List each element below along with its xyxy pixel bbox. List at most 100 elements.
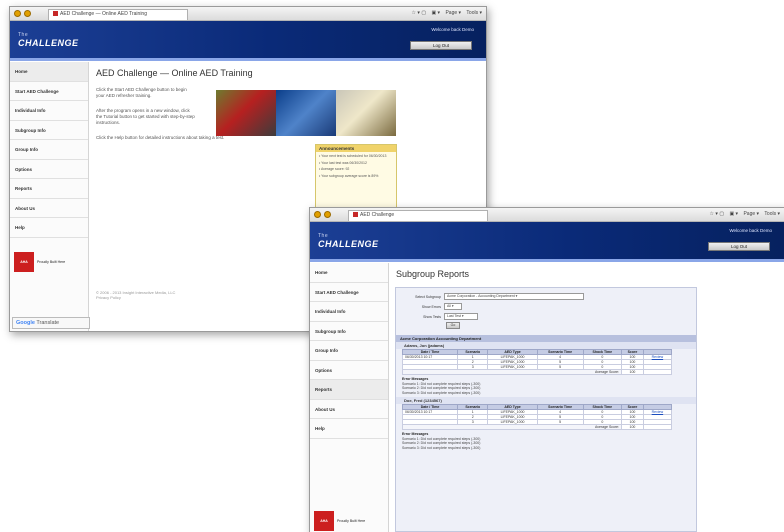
announcement-item: Your next test is scheduled for 06/30/20…: [319, 154, 393, 159]
filter-label: Show Tests: [423, 314, 441, 319]
nav-buttons[interactable]: [14, 10, 31, 17]
average-score: 100: [621, 369, 644, 375]
feeds-button[interactable]: ▣ ▾: [729, 211, 738, 217]
announcements-title: Announcements: [316, 145, 396, 152]
sidebar-item-home[interactable]: Home: [310, 263, 388, 283]
welcome-text: Welcome back Demo: [431, 27, 474, 32]
privacy-link[interactable]: Privacy Policy: [96, 295, 175, 300]
site-banner: The CHALLENGE Welcome back Demo Log Out: [310, 222, 784, 262]
tab-title: AED Challenge — Online AED Training: [60, 11, 147, 17]
sidebar-item-reports[interactable]: Reports: [10, 179, 88, 199]
tools-menu[interactable]: Tools ▾: [764, 211, 780, 217]
site-logo[interactable]: The CHALLENGE: [318, 233, 379, 249]
announcement-item: Your subgroup average score is 89%: [319, 174, 393, 179]
sidebar-item-about-us[interactable]: About Us: [310, 400, 388, 419]
nav-buttons[interactable]: [314, 211, 331, 218]
report-filters: Select Subgroup Acme Corporation - Accou…: [396, 288, 696, 333]
average-label: Average Score:: [401, 424, 623, 430]
logout-button[interactable]: Log Out: [708, 242, 770, 251]
review-link[interactable]: Review: [652, 355, 663, 359]
messages-title: Error Messages: [402, 377, 429, 381]
sidebar-item-individual-info[interactable]: Individual Info: [10, 101, 88, 121]
page-menu[interactable]: Page ▾: [445, 10, 461, 16]
sidebar-item-group-info[interactable]: Group Info: [10, 140, 88, 160]
announcements-list: Your next test is scheduled for 06/30/20…: [316, 152, 396, 182]
tests-select[interactable]: Last Test ▾: [444, 313, 478, 320]
back-icon[interactable]: [14, 10, 21, 17]
sidebar-item-start-aed-challenge[interactable]: Start AED Challenge: [10, 82, 88, 101]
filter-subgroup: Select Subgroup Acme Corporation - Accou…: [402, 292, 690, 301]
sidebar-item-reports[interactable]: Reports: [310, 380, 388, 400]
sidebar-item-subgroup-info[interactable]: Subgroup Info: [310, 322, 388, 341]
average-row: Average Score: 100: [401, 424, 673, 430]
sidebar-item-group-info[interactable]: Group Info: [310, 341, 388, 361]
sidebar-item-subgroup-info[interactable]: Subgroup Info: [10, 121, 88, 140]
review-link[interactable]: Review: [652, 410, 663, 414]
sidebar-item-help[interactable]: Help: [310, 419, 388, 439]
sidebar-item-options[interactable]: Options: [310, 361, 388, 380]
hero-photo-person: [336, 90, 396, 136]
favicon-icon: [353, 212, 358, 217]
sidebar-item-individual-info[interactable]: Individual Info: [310, 302, 388, 322]
welcome-text: Welcome back Demo: [729, 228, 772, 233]
average-label: Average Score:: [401, 369, 623, 375]
browser-window-subgroup-reports: AED Challenge ☆ ▾ ▢ ▣ ▾ Page ▾ Tools ▾ T…: [309, 207, 784, 532]
results-table: Date / Time Scenario AED Type Scenario T…: [401, 349, 673, 375]
error-message: Scenario 3: Did not complete required st…: [402, 445, 481, 450]
page-menu[interactable]: Page ▾: [743, 211, 759, 217]
messages-title: Error Messages: [402, 432, 429, 436]
subgroup-select[interactable]: Acme Corporation - Accounting Department…: [444, 293, 584, 300]
errors-select[interactable]: All ▾: [444, 303, 462, 310]
filter-errors: Show Errors All ▾: [402, 302, 690, 311]
hero-banner-image: [216, 90, 396, 136]
favorites-button[interactable]: ☆ ▾ ▢: [412, 10, 427, 16]
browser-tab[interactable]: AED Challenge: [348, 210, 488, 221]
favicon-icon: [53, 11, 58, 16]
sidebar-item-home[interactable]: Home: [10, 62, 88, 82]
announcement-item: Your last test was 06/30/2012: [319, 161, 393, 166]
browser-toolbar: ☆ ▾ ▢ ▣ ▾ Page ▾ Tools ▾: [408, 10, 482, 16]
forward-icon[interactable]: [24, 10, 31, 17]
sidebar-item-help[interactable]: Help: [10, 218, 88, 238]
go-button[interactable]: Go: [446, 322, 460, 329]
google-translate-widget[interactable]: Google Translate: [12, 317, 90, 329]
average-row: Average Score: 100: [401, 369, 673, 375]
subgroup-report-panel: Select Subgroup Acme Corporation - Accou…: [395, 287, 697, 532]
intro-paragraph: Click the Start AED Challenge button to …: [96, 87, 187, 98]
sidebar: Home Start AED Challenge Individual Info…: [310, 263, 389, 532]
page-footer: © 2006 - 2013 Insight Interactive Media,…: [96, 290, 175, 300]
forward-icon[interactable]: [324, 211, 331, 218]
site-logo[interactable]: The CHALLENGE: [18, 32, 79, 48]
average-score: 100: [621, 424, 644, 430]
user-header: Doe, Fred (1234567): [396, 397, 696, 404]
results-table: Date / Time Scenario AED Type Scenario T…: [401, 404, 673, 430]
tutorial-paragraph: After the program opens in a new window,…: [96, 108, 195, 125]
google-logo: Google: [16, 320, 35, 326]
feeds-button[interactable]: ▣ ▾: [431, 10, 440, 16]
logo-text: CHALLENGE: [18, 38, 79, 48]
logout-button[interactable]: Log Out: [410, 41, 472, 50]
sidebar-item-start-aed-challenge[interactable]: Start AED Challenge: [310, 283, 388, 302]
tools-menu[interactable]: Tools ▾: [466, 10, 482, 16]
site-banner: The CHALLENGE Welcome back Demo Log Out: [10, 21, 486, 61]
sidebar-item-about-us[interactable]: About Us: [10, 199, 88, 218]
browser-tab[interactable]: AED Challenge — Online AED Training: [48, 9, 188, 20]
cert-text: Proudly Built Here: [337, 519, 366, 523]
error-messages: Error Messages Scenario 1: Did not compl…: [402, 377, 690, 395]
user-header: Adams, Jon (jadams): [396, 342, 696, 349]
cert-text: Proudly Built Here: [37, 260, 66, 264]
back-icon[interactable]: [314, 211, 321, 218]
banner-stripe: [310, 259, 784, 262]
error-messages: Error Messages Scenario 1: Did not compl…: [402, 432, 690, 450]
favorites-button[interactable]: ☆ ▾ ▢: [710, 211, 725, 217]
announcements-panel: Announcements Your next test is schedule…: [315, 144, 397, 210]
tab-title: AED Challenge: [360, 212, 395, 218]
translate-label: Translate: [36, 320, 60, 326]
page-title: AED Challenge — Online AED Training: [96, 68, 253, 78]
error-message: Scenario 3: Did not complete required st…: [402, 390, 481, 395]
page-layout: Home Start AED Challenge Individual Info…: [310, 263, 784, 532]
aha-logo: AHA: [314, 511, 334, 531]
banner-stripe: [10, 58, 486, 61]
sidebar-item-options[interactable]: Options: [10, 160, 88, 179]
aha-logo: AHA: [14, 252, 34, 272]
